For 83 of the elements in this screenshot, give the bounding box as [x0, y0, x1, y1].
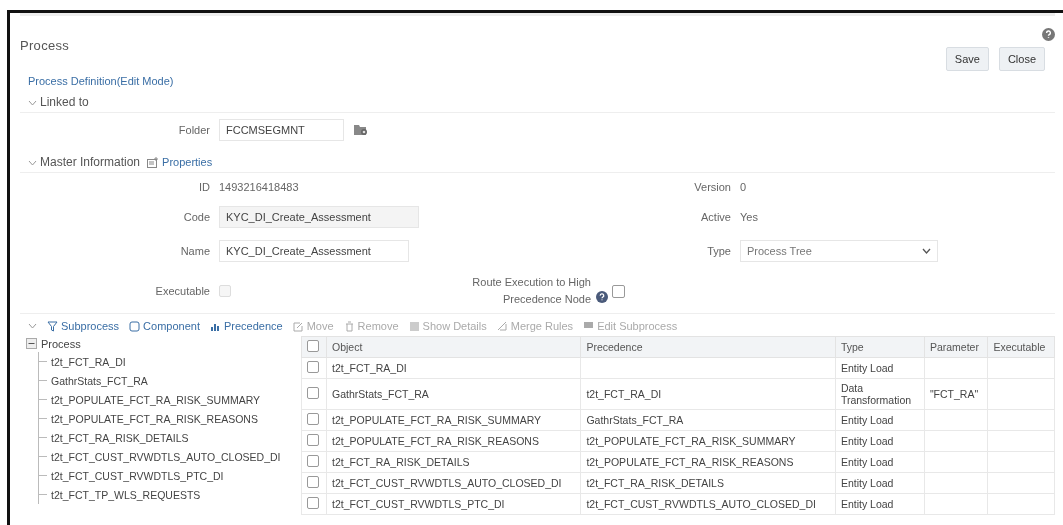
close-button[interactable]: Close — [998, 47, 1045, 71]
field-label: Executable — [154, 285, 211, 297]
column-header: Object — [326, 336, 581, 358]
table-cell: t2t_POPULATE_FCT_RA_RISK_SUMMARY — [580, 430, 836, 452]
tree-item[interactable]: t2t_FCT_CUST_RVWDTLS_PTC_DI — [51, 469, 224, 482]
type-dropdown[interactable]: Process Tree — [740, 240, 938, 262]
field-label: Route Execution to High Precedence Node — [471, 275, 592, 307]
field-label: ID — [198, 181, 211, 193]
filter-icon — [47, 320, 58, 332]
field-label: Version — [693, 181, 732, 193]
name-field[interactable]: KYC_DI_Create_Assessment — [219, 240, 409, 262]
toolbar-precedence-button[interactable]: Precedence — [209, 320, 283, 332]
help-icon[interactable] — [1042, 28, 1055, 41]
field-label: Code — [182, 211, 211, 223]
properties-icon[interactable] — [147, 156, 160, 168]
row-checkbox[interactable] — [307, 476, 319, 488]
table-cell: GathrStats_FCT_RA — [326, 378, 581, 410]
table-cell: Entity Load — [835, 493, 925, 515]
column-header: Type — [835, 336, 925, 358]
tree-item[interactable]: t2t_FCT_RA_RISK_DETAILS — [51, 431, 189, 444]
table-cell: t2t_FCT_RA_DI — [580, 378, 836, 410]
table-cell: Entity Load — [835, 472, 925, 494]
row-checkbox[interactable] — [307, 413, 319, 425]
tree-item[interactable]: Process — [41, 338, 81, 350]
table-cell: Data Transformation — [835, 378, 925, 410]
tree-item[interactable]: t2t_POPULATE_FCT_RA_RISK_SUMMARY — [51, 393, 261, 406]
table-cell: Entity Load — [835, 451, 925, 473]
version-value: 0 — [740, 181, 747, 193]
row-checkbox[interactable] — [307, 455, 319, 467]
trash-icon — [343, 320, 355, 332]
chevron-icon[interactable] — [28, 323, 37, 329]
edit-icon — [292, 320, 304, 332]
table-cell: t2t_FCT_CUST_RVWDTLS_AUTO_CLOSED_DI — [326, 472, 581, 494]
field-label: Active — [700, 211, 732, 223]
table-cell: t2t_FCT_RA_RISK_DETAILS — [580, 472, 836, 494]
table-cell: GathrStats_FCT_RA — [580, 409, 836, 431]
route-checkbox[interactable] — [612, 284, 625, 298]
row-checkbox[interactable] — [307, 434, 319, 446]
toolbar-component-button[interactable]: Component — [129, 320, 200, 332]
square-icon — [408, 320, 420, 332]
properties-link[interactable]: Properties — [162, 156, 213, 168]
id-value: 1493216418483 — [219, 181, 299, 193]
select-all-checkbox[interactable] — [307, 340, 319, 352]
column-header: Executable — [987, 336, 1055, 358]
table-cell: t2t_FCT_RA_RISK_DETAILS — [326, 451, 581, 473]
page-title: Process — [20, 38, 70, 55]
table-cell: "FCT_RA" — [924, 378, 988, 410]
column-header: Parameter — [924, 336, 988, 358]
column-header: Precedence — [580, 336, 836, 358]
tree-item[interactable]: t2t_FCT_CUST_RVWDTLS_AUTO_CLOSED_DI — [51, 450, 281, 463]
section-title: Linked to — [40, 95, 89, 109]
tree-item[interactable]: t2t_POPULATE_FCT_RA_RISK_REASONS — [51, 412, 258, 425]
table-cell: t2t_FCT_RA_DI — [326, 357, 581, 379]
save-button[interactable]: Save — [945, 47, 989, 71]
section-title: Master Information — [40, 155, 141, 169]
square-icon — [129, 320, 141, 332]
tree-item[interactable]: t2t_FCT_RA_DI — [51, 355, 126, 368]
active-value: Yes — [740, 211, 758, 223]
breadcrumb-link[interactable]: Process Definition(Edit Mode) — [28, 75, 1055, 87]
field-label: Type — [706, 245, 732, 257]
tree-item[interactable]: GathrStats_FCT_RA — [51, 374, 148, 387]
code-field[interactable]: KYC_DI_Create_Assessment — [219, 206, 419, 228]
tree-item[interactable]: t2t_FCT_TP_WLS_REQUESTS — [51, 488, 201, 501]
table-cell: t2t_POPULATE_FCT_RA_RISK_REASONS — [580, 451, 836, 473]
merge-icon — [496, 320, 508, 332]
table-cell: t2t_FCT_CUST_RVWDTLS_PTC_DI — [326, 493, 581, 515]
row-checkbox[interactable] — [307, 387, 319, 399]
row-checkbox[interactable] — [307, 361, 319, 373]
table-cell: Entity Load — [835, 409, 925, 431]
table-cell: Entity Load — [835, 357, 925, 379]
table-cell: Entity Load — [835, 430, 925, 452]
table-cell: t2t_POPULATE_FCT_RA_RISK_SUMMARY — [326, 409, 581, 431]
field-label: Name — [179, 245, 211, 257]
table-cell: t2t_POPULATE_FCT_RA_RISK_REASONS — [326, 430, 581, 452]
toolbar-filter-button[interactable]: Subprocess — [47, 320, 120, 332]
caret-icon — [922, 248, 931, 254]
row-checkbox[interactable] — [307, 497, 319, 509]
folder-icon[interactable] — [354, 124, 368, 136]
help-icon[interactable] — [596, 291, 608, 303]
folder-field[interactable]: FCCMSEGMNT — [219, 119, 344, 141]
field-label: Folder — [177, 124, 211, 136]
collapse-icon[interactable] — [26, 337, 37, 351]
table-cell: t2t_FCT_CUST_RVWDTLS_AUTO_CLOSED_DI — [580, 493, 836, 515]
